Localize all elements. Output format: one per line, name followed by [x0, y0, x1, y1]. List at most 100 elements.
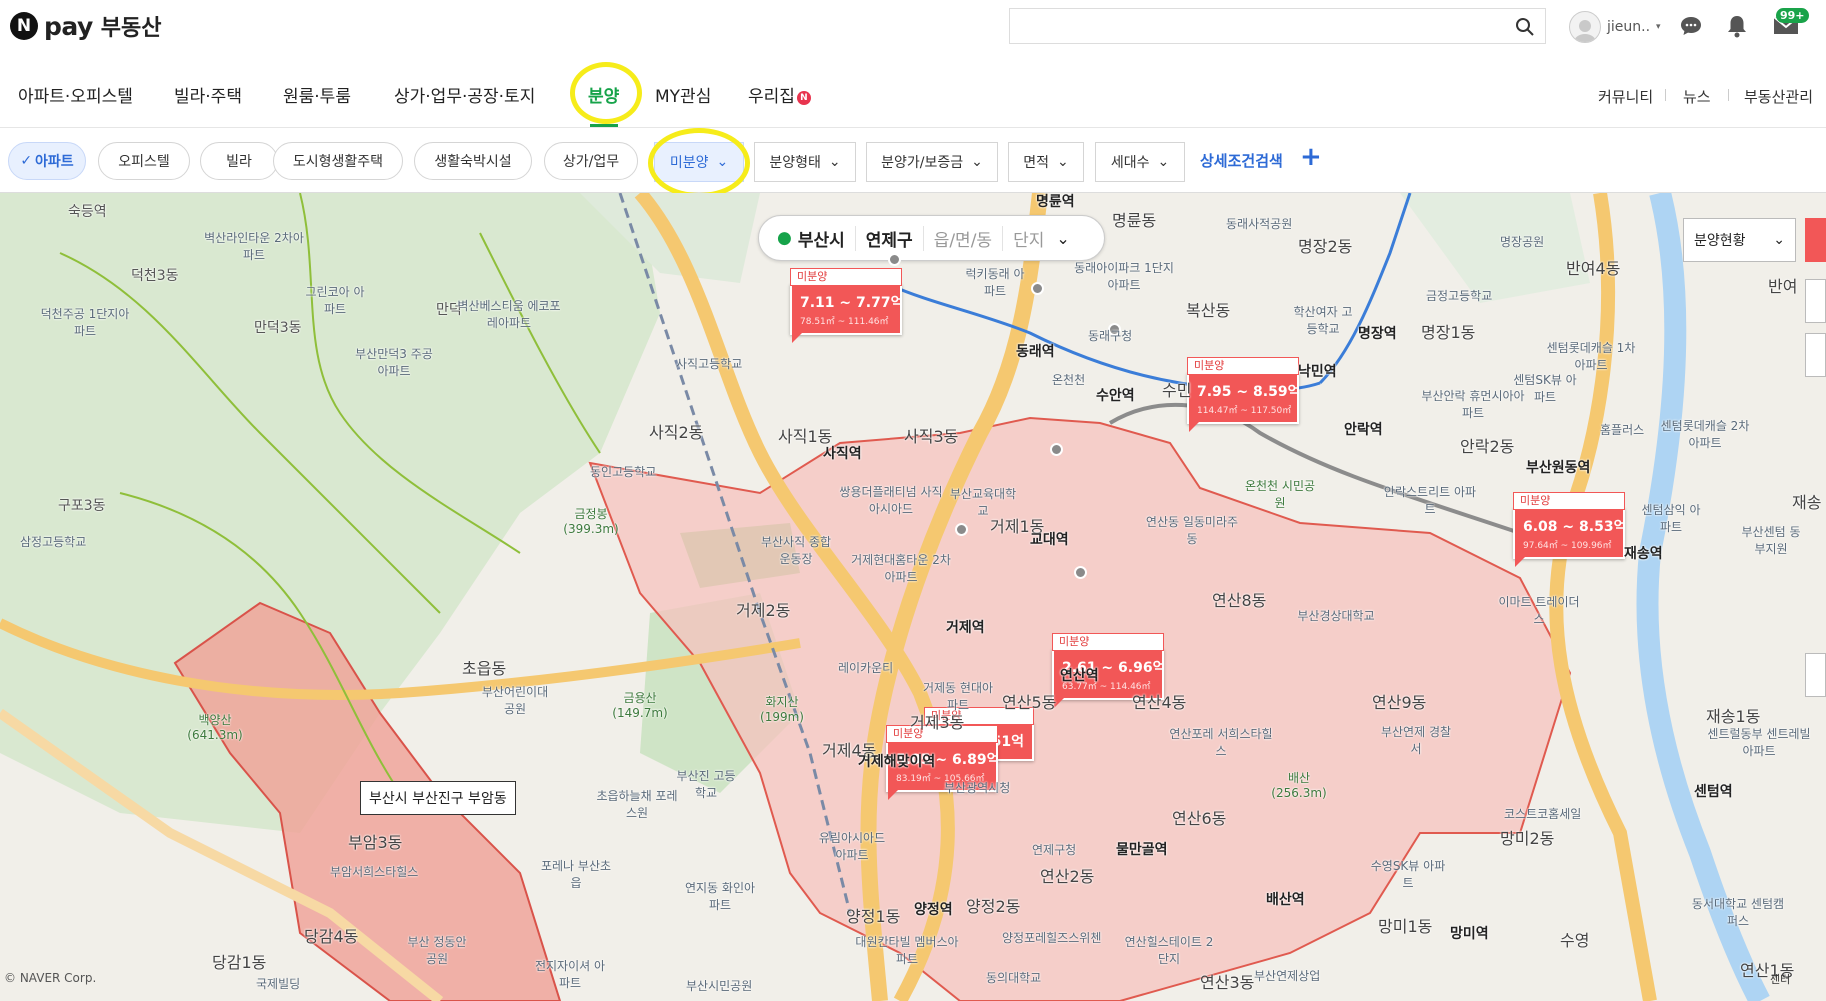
- search-icon[interactable]: [1515, 17, 1535, 41]
- side-button-2[interactable]: [1805, 333, 1826, 377]
- marker-tag: 미분양: [790, 268, 902, 286]
- check-icon: ✓: [20, 153, 33, 169]
- user-menu[interactable]: jieun.. ▾: [1569, 11, 1661, 43]
- chevron-down-icon: ⌄: [1056, 228, 1070, 248]
- side-button-1[interactable]: [1805, 279, 1826, 323]
- map-label: 부산어린이대공원: [481, 685, 549, 716]
- search-input[interactable]: [1020, 15, 1490, 37]
- map-label: 부산원동역: [1526, 460, 1591, 476]
- station-dot: [1074, 566, 1087, 579]
- map-label: 부산 정동안공원: [407, 935, 467, 966]
- map-label: 양정1동: [846, 907, 901, 926]
- map-label: 부산경상대학교: [1297, 609, 1375, 623]
- unsold-marker[interactable]: 미분양 6.08 ~ 8.53억 97.64㎡ ~ 109.96㎡: [1513, 492, 1626, 567]
- detail-search-link[interactable]: 상세조건검색: [1200, 150, 1283, 171]
- map-label: 망미2동: [1500, 829, 1555, 848]
- map-label: 수영: [1560, 931, 1590, 950]
- nav-my-home[interactable]: 우리집 N: [748, 82, 811, 107]
- link-news[interactable]: 뉴스: [1683, 86, 1711, 107]
- caret-down-icon: ▾: [1656, 22, 1661, 32]
- map-label: 부산안락 휴먼시아아파트: [1421, 389, 1525, 420]
- map-label: 동래역: [1016, 344, 1055, 360]
- naver-pay-logo[interactable]: N pay 부동산: [10, 10, 162, 42]
- bell-icon[interactable]: [1726, 14, 1748, 42]
- map-label: 국제빌딩: [256, 977, 301, 991]
- dropdown-area[interactable]: 면적 ⌄: [1008, 142, 1084, 182]
- chip-villa[interactable]: 빌라: [200, 142, 278, 180]
- map-label: 사직2동: [649, 423, 704, 442]
- map-label: 연산동 일동미라주동: [1145, 515, 1239, 546]
- map-label: 동의대학교: [986, 971, 1042, 985]
- map-label: 벽산베스티움 에코포레아파트: [457, 299, 561, 330]
- map-label: 양정포레힐즈스위첸: [1002, 931, 1102, 945]
- nav-commercial-land[interactable]: 상가·업무·공장·토지: [394, 82, 535, 107]
- plus-icon[interactable]: +: [1300, 142, 1322, 172]
- map-label: 거제해맞이역: [858, 754, 936, 770]
- map-label: 수안역: [1096, 388, 1135, 404]
- map-label: 안락스트리트 아파트: [1383, 485, 1477, 516]
- unsold-marker[interactable]: 미분양 7.11 ~ 7.77억 78.51㎡ ~ 111.46㎡: [790, 268, 903, 343]
- nav-oneroom-tworoom[interactable]: 원룸·투룸: [283, 82, 351, 107]
- chip-urban-housing[interactable]: 도시형생활주택: [273, 142, 403, 180]
- map-label: 코스트코홈세일: [1504, 807, 1582, 821]
- chip-commercial-office[interactable]: 상가/업무: [544, 142, 638, 180]
- presale-status-dropdown[interactable]: 분양현황 ⌄: [1683, 218, 1796, 262]
- map-view[interactable]: ● 부산시 연제구 읍/면/동 단지 ⌄ 분양현황 ⌄ 미분양 7.11 ~ 7…: [0, 193, 1826, 1001]
- location-pin-icon: ●: [777, 228, 792, 248]
- dropdown-unsold[interactable]: 미분양 ⌄: [654, 142, 744, 182]
- map-label: 동인고등학교: [590, 465, 657, 479]
- chat-icon[interactable]: [1679, 14, 1703, 42]
- region-selector[interactable]: ● 부산시 연제구 읍/면/동 단지 ⌄: [758, 215, 1105, 261]
- nav-my-interest[interactable]: MY관심: [655, 82, 711, 107]
- map-label: 삼정고등학교: [20, 535, 87, 549]
- map-label: 부산센텀 동부지원: [1741, 525, 1801, 556]
- map-label: 센텀삼익 아파트: [1641, 503, 1701, 534]
- nav-villa-house[interactable]: 빌라·주택: [174, 82, 242, 107]
- divider: [1728, 89, 1729, 101]
- main-navigation: 아파트·오피스텔 빌라·주택 원룸·투룸 상가·업무·공장·토지 분양 MY관심…: [0, 56, 1826, 128]
- marker-tag: 미분양: [1513, 492, 1625, 510]
- nav-apartment-officetel[interactable]: 아파트·오피스텔: [18, 82, 133, 107]
- marker-area: 78.51㎡ ~ 111.46㎡: [800, 317, 889, 327]
- map-label: 부암서희스타힐스: [330, 865, 419, 879]
- region-town[interactable]: 읍/면/동: [922, 225, 1002, 251]
- region-district[interactable]: 연제구: [854, 225, 923, 251]
- map-label: 부산연제상업: [1254, 969, 1321, 983]
- map-label: 포레나 부산초읍: [540, 859, 612, 890]
- map-label: 부산광역시청: [944, 781, 1011, 795]
- map-label: 연지동 화인아파트: [684, 881, 756, 912]
- map-label: 수민: [1162, 381, 1192, 400]
- dropdown-households-label: 세대수: [1110, 155, 1150, 171]
- map-label: 백양산 (641.3m): [187, 713, 243, 742]
- dropdown-presale-type[interactable]: 분양형태 ⌄: [754, 142, 856, 182]
- link-realestate-management[interactable]: 부동산관리: [1744, 86, 1813, 107]
- map-label: 거제3동: [910, 713, 965, 732]
- dropdown-price-deposit[interactable]: 분양가/보증금 ⌄: [866, 142, 998, 182]
- side-button-red[interactable]: [1805, 218, 1826, 262]
- marker-tag: 미분양: [1052, 633, 1164, 651]
- map-label: 동래아이파크 1단지아파트: [1074, 261, 1174, 292]
- map-label: 사직3동: [904, 427, 959, 446]
- top-header: N pay 부동산 jieun.. ▾ 99+: [0, 0, 1826, 56]
- logo-pay-text: pay: [44, 11, 93, 41]
- nav-presale[interactable]: 분양: [588, 82, 619, 107]
- dropdown-households[interactable]: 세대수 ⌄: [1095, 142, 1185, 182]
- station-dot: [1031, 282, 1044, 295]
- chip-officetel[interactable]: 오피스텔: [98, 142, 190, 180]
- link-community[interactable]: 커뮤니티: [1598, 86, 1653, 107]
- map-label: 명장2동: [1298, 237, 1353, 256]
- map-label: 양정2동: [966, 897, 1021, 916]
- chip-apartment[interactable]: ✓ 아파트: [8, 142, 86, 180]
- unsold-marker[interactable]: 미분양 7.95 ~ 8.59억 114.47㎡ ~ 117.50㎡: [1187, 357, 1300, 432]
- map-label: 온천천 시민공원: [1244, 479, 1316, 510]
- side-button-3[interactable]: [1805, 653, 1826, 697]
- region-complex[interactable]: 단지: [1002, 225, 1054, 251]
- map-label: 초읍동: [462, 659, 507, 678]
- map-label: 거제현대홈타운 2차아파트: [851, 553, 951, 584]
- marker-area: 97.64㎡ ~ 109.96㎡: [1523, 541, 1612, 551]
- region-city[interactable]: 부산시: [798, 226, 855, 251]
- new-badge: N: [796, 91, 811, 105]
- chip-residential-lodging[interactable]: 생활숙박시설: [414, 142, 532, 180]
- map-label: 덕천주공 1단지아파트: [40, 307, 130, 338]
- filter-bar: ✓ 아파트 오피스텔 빌라 도시형생활주택 생활숙박시설 상가/업무 미분양 ⌄ 분…: [0, 128, 1826, 198]
